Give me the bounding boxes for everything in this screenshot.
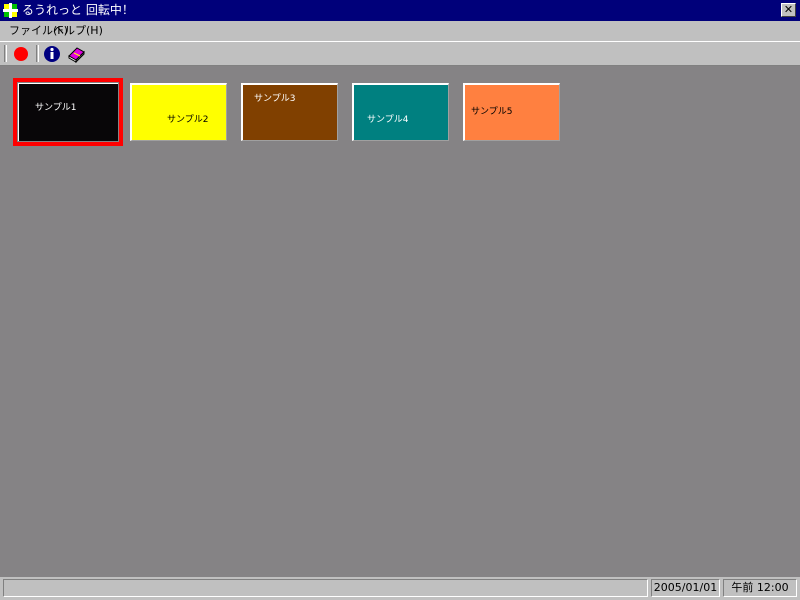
- record-icon: [14, 47, 28, 61]
- record-button[interactable]: [11, 44, 31, 63]
- help-book-button[interactable]: [66, 44, 86, 64]
- tile-swatch: サンプル3: [243, 85, 337, 140]
- tile-swatch: サンプル2: [132, 85, 226, 140]
- info-button[interactable]: [42, 44, 62, 63]
- tile-label: サンプル4: [367, 115, 409, 125]
- close-button[interactable]: ✕: [781, 3, 796, 17]
- menu-bar: ファイル(F) ヘルプ(H): [0, 21, 800, 40]
- tile-label: サンプル1: [35, 103, 77, 113]
- status-time: 午前 12:00: [723, 579, 797, 597]
- roulette-tile-2[interactable]: サンプル2: [130, 83, 227, 141]
- roulette-tile-1[interactable]: サンプル1: [13, 78, 123, 146]
- roulette-tile-3[interactable]: サンプル3: [241, 83, 338, 141]
- roulette-tile-4[interactable]: サンプル4: [352, 83, 449, 141]
- main-window: るうれっと 回転中！ ✕ ファイル(F) ヘルプ(H) サンプル1 サンプル2 …: [0, 0, 800, 600]
- status-date: 2005/01/01: [651, 579, 720, 597]
- toolbar-grip[interactable]: [4, 45, 7, 62]
- tile-swatch: サンプル5: [465, 85, 559, 140]
- tile-label: サンプル3: [254, 94, 296, 104]
- window-title: るうれっと 回転中！: [22, 3, 134, 17]
- tile-swatch: サンプル4: [354, 85, 448, 140]
- toolbar: [0, 41, 800, 66]
- toolbar-separator: [36, 45, 39, 62]
- roulette-tile-5[interactable]: サンプル5: [463, 83, 560, 141]
- tile-label: サンプル5: [471, 107, 513, 117]
- tile-swatch: サンプル1: [18, 83, 118, 141]
- info-icon: [44, 46, 60, 62]
- close-icon: ✕: [783, 3, 794, 16]
- status-message: [3, 579, 648, 597]
- roulette-workspace: サンプル1 サンプル2 サンプル3 サンプル4 サンプル5: [0, 66, 800, 577]
- app-icon: [3, 3, 18, 18]
- menu-help[interactable]: ヘルプ(H): [53, 24, 103, 37]
- book-icon: [68, 47, 85, 64]
- status-bar: 2005/01/01 午前 12:00: [0, 577, 800, 600]
- title-bar[interactable]: るうれっと 回転中！ ✕: [0, 0, 800, 21]
- tile-label: サンプル2: [167, 115, 209, 125]
